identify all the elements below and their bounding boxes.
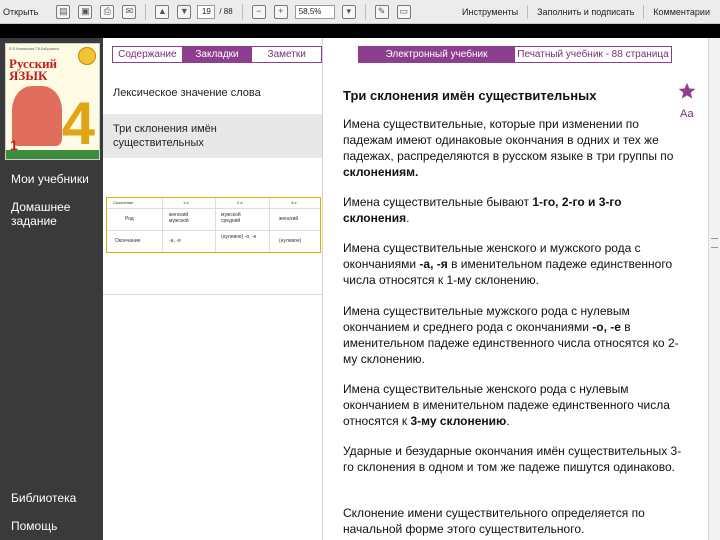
thumb-header: 3-е: [291, 200, 297, 205]
toolbar-separator: [527, 5, 529, 19]
sidebar-item-library[interactable]: Библиотека: [11, 491, 101, 505]
panel-tabs: Содержание Закладки Заметки: [112, 46, 322, 63]
zoom-out-icon[interactable]: −: [251, 4, 266, 19]
page-total: / 88: [219, 7, 233, 16]
cover-grade: 4: [61, 90, 95, 157]
tab-electronic-textbook[interactable]: Электронный учебник: [359, 47, 514, 62]
thumb-header: 1-е: [183, 200, 189, 205]
toolbar-separator: [643, 5, 645, 19]
toolbar-separator: [145, 3, 147, 20]
page-title: Три склонения имён существительных: [343, 88, 597, 103]
paragraph: Склонение имени существительного определ…: [343, 506, 645, 536]
toolbar-separator: [241, 3, 243, 20]
zoom-in-icon[interactable]: +: [273, 4, 288, 19]
left-sidebar: Л.Ф.Климанова Т.В.Бабушкина Русский язык…: [0, 38, 103, 540]
book-cover[interactable]: Л.Ф.Климанова Т.В.Бабушкина Русский язык…: [5, 43, 100, 160]
black-band: [0, 24, 720, 38]
thumb-cell: женский: [279, 216, 299, 222]
thumb-header: Склонение: [113, 200, 134, 205]
thumb-cell: Род: [125, 216, 134, 222]
open-button[interactable]: Открыть: [3, 7, 38, 17]
toc-item-label: Лексическое значение слова: [113, 87, 261, 99]
toolbar-separator: [364, 3, 366, 20]
cover-authors: Л.Ф.Климанова Т.В.Бабушкина: [9, 47, 60, 51]
thumb-cell: -а, -я: [169, 238, 181, 244]
cover-strip: [6, 150, 99, 159]
tab-printed-textbook[interactable]: Печатный учебник - 88 страница: [514, 47, 671, 62]
tab-notes[interactable]: Заметки: [251, 47, 321, 62]
thumbnail-table: Склонение 1-е 2-е 3-е Род женский мужско…: [106, 197, 321, 253]
save-icon[interactable]: ▣: [78, 4, 93, 19]
scrollbar[interactable]: [708, 38, 720, 540]
zoom-dropdown-icon[interactable]: ▾: [341, 4, 356, 19]
main-tabs: Электронный учебник Печатный учебник - 8…: [358, 46, 672, 63]
contents-panel: Содержание Закладки Заметки Лексическое …: [103, 38, 322, 540]
fill-sign-link[interactable]: Заполнить и подписать: [537, 7, 634, 17]
toolbar-right: Инструменты Заполнить и подписать Коммен…: [462, 0, 719, 24]
page-number-input[interactable]: 19: [197, 4, 216, 19]
page-down-icon[interactable]: ▼: [177, 4, 192, 19]
page-thumbnail[interactable]: Склонение 1-е 2-е 3-е Род женский мужско…: [103, 195, 322, 295]
publisher-badge-icon: [78, 47, 96, 65]
paragraph: Имена существительные, которые при измен…: [343, 117, 674, 179]
create-pdf-icon[interactable]: ▤: [56, 4, 71, 19]
zoom-input[interactable]: 58,5%: [294, 4, 335, 19]
toc-item-three-declensions[interactable]: Три склонения имён существительных: [103, 114, 322, 158]
tab-contents[interactable]: Содержание: [113, 47, 182, 62]
email-icon[interactable]: ✉: [122, 4, 137, 19]
thumb-cell: (нулевое): [279, 238, 302, 244]
scroll-grip-icon[interactable]: [711, 238, 718, 248]
cover-illustration: [12, 86, 62, 146]
panel-divider: [103, 294, 322, 295]
cover-title-line2: язык: [9, 68, 48, 83]
thumb-cell: женский мужской: [169, 212, 189, 224]
paragraph: Ударные и безударные окончания имён суще…: [343, 444, 682, 474]
page-up-icon[interactable]: ▲: [155, 4, 170, 19]
fit-icon[interactable]: ▭: [396, 4, 411, 19]
main-content: Электронный учебник Печатный учебник - 8…: [323, 38, 708, 540]
sidebar-item-homework[interactable]: Домашнее задание: [11, 200, 81, 228]
bookmark-star-icon[interactable]: [678, 82, 696, 100]
paragraph: Имена существительные мужского рода с ну…: [343, 304, 679, 366]
sidebar-item-help[interactable]: Помощь: [11, 519, 101, 533]
tab-bookmarks[interactable]: Закладки: [181, 47, 252, 62]
pdf-toolbar: Открыть ▤ ▣ ⎙ ✉ ▲ ▼ 19 / 88 − + 58,5% ▾ …: [0, 0, 720, 24]
thumb-cell: Окончание: [115, 238, 141, 244]
toc-item-lexical-meaning[interactable]: Лексическое значение слова: [103, 86, 322, 110]
sign-icon[interactable]: ✎: [374, 4, 389, 19]
tools-link[interactable]: Инструменты: [462, 7, 518, 17]
paragraph: Имена существительные женского рода с ну…: [343, 382, 670, 428]
thumb-cell: (нулевое) -о, -е: [221, 234, 257, 240]
paragraph: Имена существительные женского и мужског…: [343, 241, 673, 287]
sidebar-item-my-textbooks[interactable]: Мои учебники: [11, 172, 101, 186]
thumb-header: 2-е: [237, 200, 243, 205]
print-icon[interactable]: ⎙: [100, 4, 115, 19]
comments-link[interactable]: Комментарии: [653, 7, 710, 17]
thumb-cell: мужской средний: [221, 212, 241, 224]
paragraph: Имена существительные бывают 1-го, 2-го …: [343, 195, 622, 225]
cover-title: Русский язык: [9, 57, 57, 83]
toc-item-label: Три склонения имён существительных: [113, 123, 217, 149]
